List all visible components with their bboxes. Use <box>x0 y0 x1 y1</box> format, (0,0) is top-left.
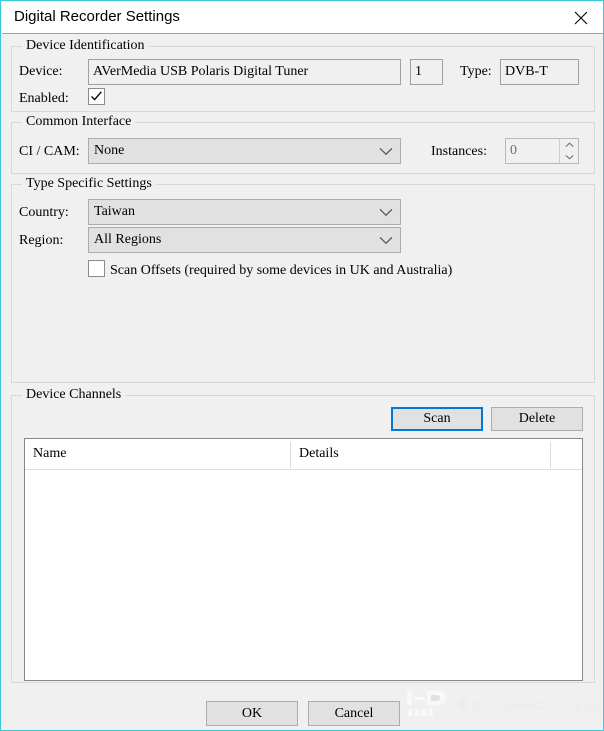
group-label-type-specific-settings: Type Specific Settings <box>22 176 156 192</box>
column-header-name[interactable]: Name <box>25 439 290 469</box>
instances-stepper[interactable]: 0 <box>505 138 579 164</box>
group-label-device-identification: Device Identification <box>22 38 149 54</box>
region-label: Region: <box>19 233 64 248</box>
cicam-select[interactable]: None <box>88 138 401 164</box>
column-header-details[interactable]: Details <box>291 439 550 469</box>
region-select-value: All Regions <box>94 232 162 247</box>
scan-offsets-checkbox[interactable] <box>88 260 105 277</box>
channels-listview[interactable]: Name Details <box>24 438 583 681</box>
dialog-body: Device Identification Device: AVerMedia … <box>2 34 604 730</box>
dialog-window: Digital Recorder Settings Device Identif… <box>0 0 604 731</box>
group-label-common-interface: Common Interface <box>22 114 136 130</box>
instances-label: Instances: <box>431 144 487 159</box>
enabled-checkbox[interactable] <box>88 88 105 105</box>
stepper-up-icon[interactable] <box>560 139 578 151</box>
watermark-text: © 2017 www.HD.Club.tw <box>458 696 604 712</box>
type-label: Type: <box>460 64 492 79</box>
cicam-select-value: None <box>94 143 125 158</box>
chevron-down-icon <box>372 147 400 156</box>
device-input[interactable]: AVerMedia USB Polaris Digital Tuner <box>88 59 401 85</box>
title-bar: Digital Recorder Settings <box>2 2 603 34</box>
window-title: Digital Recorder Settings <box>14 8 180 25</box>
stepper-down-icon[interactable] <box>560 151 578 163</box>
column-header-details-label: Details <box>299 446 339 461</box>
close-button[interactable] <box>558 2 603 33</box>
instances-value: 0 <box>510 143 517 158</box>
device-label: Device: <box>19 64 63 79</box>
instances-stepper-buttons <box>559 139 578 163</box>
region-select[interactable]: All Regions <box>88 227 401 253</box>
chevron-down-icon <box>372 236 400 245</box>
listview-header: Name Details <box>25 439 582 470</box>
country-select-value: Taiwan <box>94 204 136 219</box>
scan-offsets-label: Scan Offsets (required by some devices i… <box>110 263 453 278</box>
country-select[interactable]: Taiwan <box>88 199 401 225</box>
type-input[interactable]: DVB-T <box>500 59 579 85</box>
watermark: © 2017 www.HD.Club.tw <box>406 689 604 719</box>
enabled-label: Enabled: <box>19 91 69 106</box>
check-icon <box>89 90 104 103</box>
device-index-input[interactable]: 1 <box>410 59 443 85</box>
column-divider <box>550 442 551 468</box>
ok-button[interactable]: OK <box>206 701 298 726</box>
cancel-button[interactable]: Cancel <box>308 701 400 726</box>
group-label-device-channels: Device Channels <box>22 387 126 403</box>
column-header-name-label: Name <box>33 446 67 461</box>
listview-body[interactable] <box>25 470 582 680</box>
delete-button[interactable]: Delete <box>491 407 583 431</box>
hdclub-logo-icon <box>406 689 452 719</box>
country-label: Country: <box>19 205 69 220</box>
cicam-label: CI / CAM: <box>19 144 80 159</box>
close-icon <box>574 11 588 25</box>
chevron-down-icon <box>372 208 400 217</box>
scan-button[interactable]: Scan <box>391 407 483 431</box>
